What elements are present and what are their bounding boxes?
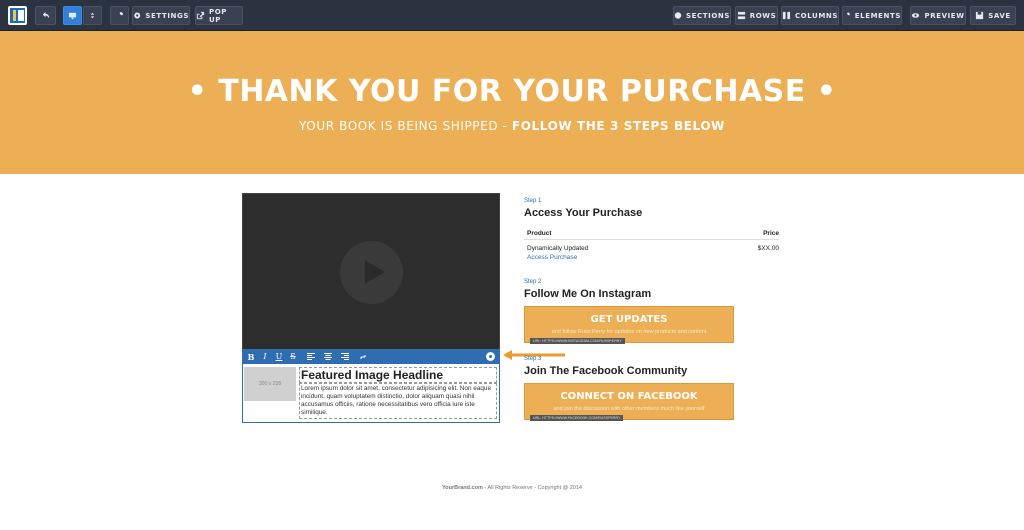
- italic-button[interactable]: I: [259, 351, 271, 363]
- rows-label: ROWS: [749, 11, 777, 20]
- columns-label: COLUMNS: [794, 11, 838, 20]
- editor-toolbar: B I U S: [243, 350, 499, 364]
- wrench-icon: [844, 12, 850, 18]
- get-updates-label: GET UPDATES: [590, 314, 668, 325]
- elements-button[interactable]: ELEMENTS: [842, 6, 902, 25]
- table-row: Dynamically Updated Access Purchase $XX.…: [524, 245, 779, 265]
- connect-facebook-subtext: and join the discussion with other membe…: [553, 406, 705, 412]
- purchase-table-header: Product Price: [524, 229, 779, 240]
- product-price: $XX.00: [757, 245, 779, 252]
- popup-button[interactable]: POP UP: [195, 6, 243, 25]
- underline-button[interactable]: U: [273, 351, 285, 363]
- align-center-icon[interactable]: [324, 353, 332, 361]
- hero-section: • THANK YOU FOR YOUR PURCHASE • YOUR BOO…: [0, 31, 1024, 174]
- hero-subtitle-bold: FOLLOW THE 3 STEPS BELOW: [511, 119, 725, 133]
- bold-button[interactable]: B: [245, 351, 257, 363]
- external-link-icon: [196, 11, 205, 20]
- gear-icon[interactable]: [486, 352, 495, 361]
- video-player[interactable]: [242, 193, 500, 350]
- footer-copyright: YourBrand.com - All Rights Reserve - Cop…: [0, 485, 1024, 491]
- align-right-icon[interactable]: [341, 353, 349, 361]
- step-1-title: Access Your Purchase: [524, 207, 643, 219]
- sections-button[interactable]: SECTIONS: [673, 6, 731, 25]
- save-icon: [976, 11, 984, 20]
- settings-button[interactable]: SETTINGS: [132, 6, 190, 25]
- step-2-title: Follow Me On Instagram: [524, 288, 652, 300]
- footer-brand: YourBrand.com: [442, 485, 483, 491]
- get-updates-subtext: and follow Russ Perry for updates on new…: [551, 329, 707, 335]
- step-3-title: Join The Facebook Community: [524, 365, 688, 377]
- wrench-icon: [116, 11, 124, 19]
- strikethrough-button[interactable]: S: [287, 351, 299, 363]
- hero-title: • THANK YOU FOR YOUR PURCHASE •: [187, 74, 837, 109]
- step-2-label: Step 2: [524, 279, 542, 285]
- rows-button[interactable]: ROWS: [735, 6, 778, 25]
- gear-icon: [134, 12, 141, 19]
- product-column-header: Product: [527, 230, 552, 237]
- step-1-label: Step 1: [524, 198, 542, 204]
- link-icon[interactable]: [359, 353, 367, 361]
- text-editor-block[interactable]: B I U S 300 x 238 Featured Image Headlin…: [242, 349, 500, 423]
- featured-body-text[interactable]: Lorem ipsum dolor sit amet, consectetur …: [299, 383, 497, 419]
- align-left-icon[interactable]: [307, 353, 315, 361]
- featured-headline[interactable]: Featured Image Headline: [299, 367, 497, 383]
- play-icon[interactable]: [340, 241, 403, 304]
- connect-facebook-label: CONNECT ON FACEBOOK: [560, 391, 698, 402]
- desktop-icon: [68, 12, 77, 20]
- columns-button[interactable]: COLUMNS: [781, 6, 839, 25]
- mobile-view-button[interactable]: [83, 6, 102, 25]
- columns-icon: [782, 11, 791, 20]
- elements-label: ELEMENTS: [854, 11, 901, 20]
- hero-subtitle: YOUR BOOK IS BEING SHIPPED - FOLLOW THE …: [0, 119, 1024, 133]
- hero-subtitle-normal: YOUR BOOK IS BEING SHIPPED -: [299, 119, 512, 133]
- access-purchase-link[interactable]: Access Purchase: [527, 254, 577, 261]
- builder-toolbar: SETTINGS POP UP SECTIONS ROWS COLUMNS EL…: [0, 0, 1024, 31]
- featured-image-placeholder[interactable]: 300 x 238: [244, 367, 296, 401]
- sections-label: SECTIONS: [686, 11, 730, 20]
- rows-icon: [737, 11, 745, 20]
- mobile-icon: [90, 12, 95, 19]
- save-label: SAVE: [988, 11, 1011, 20]
- instagram-url-tag: URL: HTTPS://WWW.INSTAGRAM.COM/RUSSPERRY: [530, 338, 625, 344]
- settings-label: SETTINGS: [145, 11, 189, 20]
- preview-label: PREVIEW: [924, 11, 965, 20]
- footer-rest: - All Rights Reserve - Copyright @ 2014: [482, 485, 582, 491]
- desktop-view-button[interactable]: [63, 6, 82, 25]
- step-3-label: Step 3: [524, 356, 542, 362]
- save-button[interactable]: SAVE: [970, 6, 1016, 25]
- popup-label: POP UP: [208, 7, 227, 24]
- facebook-url-tag: URL: HTTPS://WWW.FACEBOOK.COM/RUSSPERRY: [530, 415, 624, 421]
- preview-button[interactable]: PREVIEW: [910, 6, 966, 25]
- sections-icon: [674, 12, 682, 19]
- app-logo: [8, 6, 27, 25]
- undo-button[interactable]: [35, 6, 56, 25]
- undo-icon: [42, 11, 50, 19]
- eye-icon: [912, 13, 920, 18]
- product-name: Dynamically Updated: [527, 245, 589, 252]
- tools-button[interactable]: [110, 6, 129, 25]
- price-column-header: Price: [763, 230, 779, 237]
